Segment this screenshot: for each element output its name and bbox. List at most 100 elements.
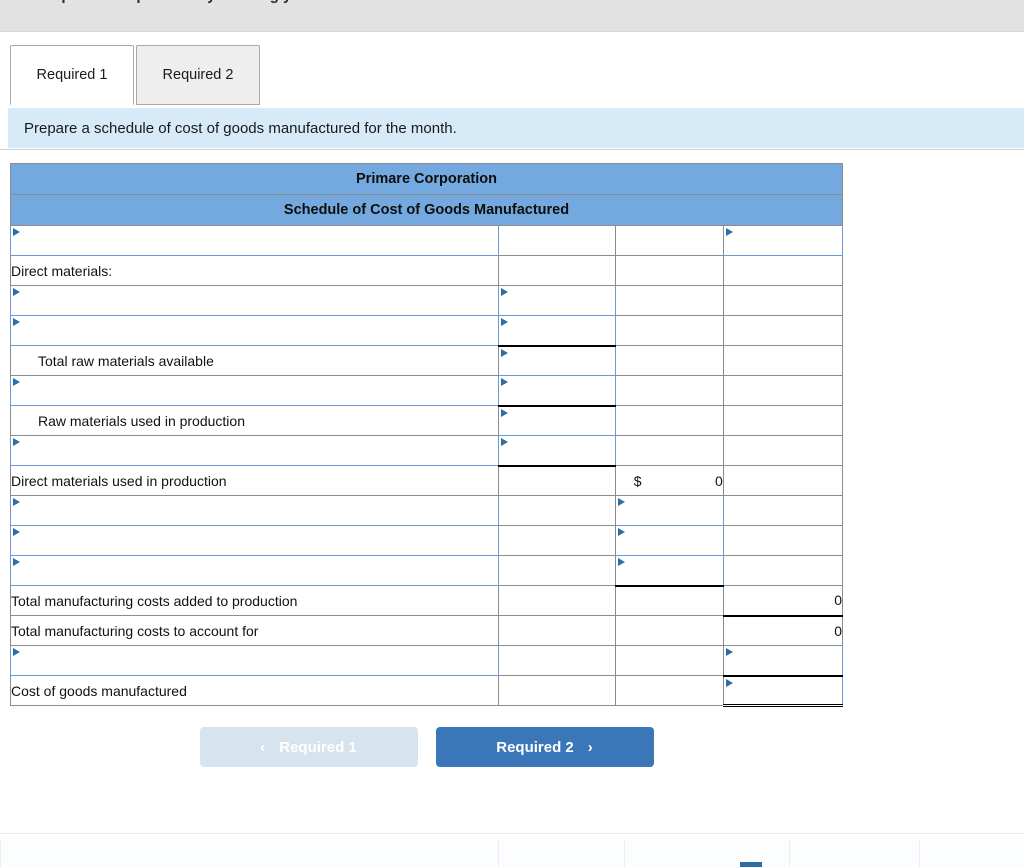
amount-cell-1 bbox=[497, 225, 616, 256]
table-row: Raw materials used in production bbox=[10, 404, 844, 436]
amount-value-3: 0 bbox=[722, 585, 844, 617]
amount-cell-2 bbox=[614, 585, 724, 616]
amount-cell-3 bbox=[722, 345, 844, 376]
footer-cell bbox=[0, 840, 498, 867]
amount-cell-2 bbox=[614, 405, 724, 436]
amount-cell-3 bbox=[722, 255, 844, 286]
amount-input-2[interactable] bbox=[614, 525, 724, 556]
amount-input-1[interactable] bbox=[497, 435, 616, 467]
instruction-text: Prepare a schedule of cost of goods manu… bbox=[24, 119, 457, 137]
amount-cell-2 bbox=[614, 225, 724, 256]
row-label: Direct materials: bbox=[10, 255, 499, 286]
tab-baseline bbox=[0, 149, 1024, 150]
row-label: Direct materials used in production bbox=[10, 465, 499, 496]
amount-cell-2 bbox=[614, 645, 724, 676]
amount-cell-3 bbox=[722, 525, 844, 556]
account-input[interactable] bbox=[10, 285, 499, 316]
amount-cell-1 bbox=[497, 585, 616, 616]
footer-separator bbox=[0, 833, 1024, 834]
amount-cell-1 bbox=[497, 645, 616, 676]
amount-input-1[interactable] bbox=[497, 344, 616, 376]
footer-cell bbox=[624, 840, 789, 867]
amount-cell-3 bbox=[722, 405, 844, 436]
amount-input-3[interactable] bbox=[722, 225, 844, 256]
table-header-company-row: Primare Corporation bbox=[10, 163, 843, 195]
row-label: Total manufacturing costs added to produ… bbox=[10, 585, 499, 616]
schedule-title: Schedule of Cost of Goods Manufactured bbox=[10, 194, 843, 226]
account-input[interactable] bbox=[10, 315, 499, 346]
table-row bbox=[10, 435, 844, 467]
navigation-buttons: ‹ Required 1 Required 2 › bbox=[0, 727, 853, 767]
amount-input-3[interactable] bbox=[722, 645, 844, 677]
table-row bbox=[10, 555, 844, 587]
question-header-text: Complete this question by entering your … bbox=[28, 0, 509, 4]
table-row bbox=[10, 375, 844, 406]
table-row bbox=[10, 315, 844, 346]
amount-cell-2 bbox=[614, 345, 724, 376]
amount-cell-3 bbox=[722, 435, 844, 466]
chevron-left-icon: ‹ bbox=[260, 738, 266, 756]
account-input[interactable] bbox=[10, 495, 499, 526]
amount-cell-2 bbox=[614, 315, 724, 346]
footer-cell bbox=[919, 840, 1024, 867]
amount-cell-2 bbox=[614, 615, 724, 646]
question-header-bar: Complete this question by entering your … bbox=[0, 0, 1024, 32]
table-row: Cost of goods manufactured bbox=[10, 675, 844, 707]
table-row bbox=[10, 285, 844, 316]
amount-cell-2 bbox=[614, 375, 724, 406]
account-input[interactable] bbox=[10, 525, 499, 556]
tab-strip: Required 1 Required 2 bbox=[0, 45, 1024, 150]
account-input[interactable] bbox=[10, 375, 499, 406]
currency-symbol: $ bbox=[633, 472, 642, 489]
instruction-banner: Prepare a schedule of cost of goods manu… bbox=[8, 108, 1024, 148]
amount-input-3[interactable] bbox=[722, 675, 844, 707]
table-row bbox=[10, 495, 844, 526]
amount-value-3: 0 bbox=[722, 615, 844, 646]
footer-partial-table bbox=[0, 840, 1024, 867]
account-input[interactable] bbox=[10, 435, 499, 466]
amount-cell-1 bbox=[497, 465, 616, 496]
footer-cell bbox=[789, 840, 919, 867]
cost-of-goods-manufactured-table: Primare Corporation Schedule of Cost of … bbox=[10, 163, 844, 707]
company-name: Primare Corporation bbox=[10, 163, 843, 195]
table-row bbox=[10, 525, 844, 556]
amount-input-1[interactable] bbox=[497, 375, 616, 406]
amount-cell-3 bbox=[722, 375, 844, 406]
tab-required-1-label: Required 1 bbox=[36, 67, 108, 83]
amount-cell-1 bbox=[497, 615, 616, 646]
amount-cell-2 bbox=[614, 285, 724, 316]
account-input[interactable] bbox=[10, 645, 499, 676]
question-page: Complete this question by entering your … bbox=[0, 0, 1024, 867]
amount-cell-3 bbox=[722, 285, 844, 316]
table-row: Direct materials used in production $ 0 bbox=[10, 465, 844, 496]
amount-input-2[interactable] bbox=[614, 555, 724, 587]
amount-cell-1 bbox=[497, 675, 616, 706]
amount-input-2[interactable] bbox=[614, 495, 724, 526]
amount-cell-3 bbox=[722, 555, 844, 586]
amount-cell-2 bbox=[614, 435, 724, 466]
amount-input-1[interactable] bbox=[497, 315, 616, 346]
table-row bbox=[10, 645, 844, 677]
row-label: Total manufacturing costs to account for bbox=[10, 615, 499, 646]
tab-required-1[interactable]: Required 1 bbox=[10, 45, 134, 105]
table-row bbox=[10, 225, 844, 256]
account-input[interactable] bbox=[10, 225, 499, 256]
next-required-2-button[interactable]: Required 2 › bbox=[435, 727, 654, 767]
amount-cell-3 bbox=[722, 495, 844, 526]
amount-input-1[interactable] bbox=[497, 285, 616, 316]
amount-cell-3 bbox=[722, 465, 844, 496]
account-input[interactable] bbox=[10, 555, 499, 586]
amount-input-1[interactable] bbox=[497, 404, 616, 436]
amount-cell-1 bbox=[497, 255, 616, 286]
amount-cell-1 bbox=[497, 495, 616, 526]
amount-cell-2 bbox=[614, 675, 724, 706]
table-row: Total raw materials available bbox=[10, 344, 844, 376]
amount-cell-3 bbox=[722, 315, 844, 346]
row-label: Cost of goods manufactured bbox=[10, 675, 499, 706]
row-label: Total raw materials available bbox=[10, 345, 499, 376]
previous-required-1-button[interactable]: ‹ Required 1 bbox=[199, 727, 418, 767]
amount-cell-2: $ 0 bbox=[614, 465, 724, 496]
tab-required-2[interactable]: Required 2 bbox=[136, 45, 260, 105]
amount-value: 0 bbox=[715, 472, 723, 489]
table-row: Total manufacturing costs added to produ… bbox=[10, 585, 844, 617]
